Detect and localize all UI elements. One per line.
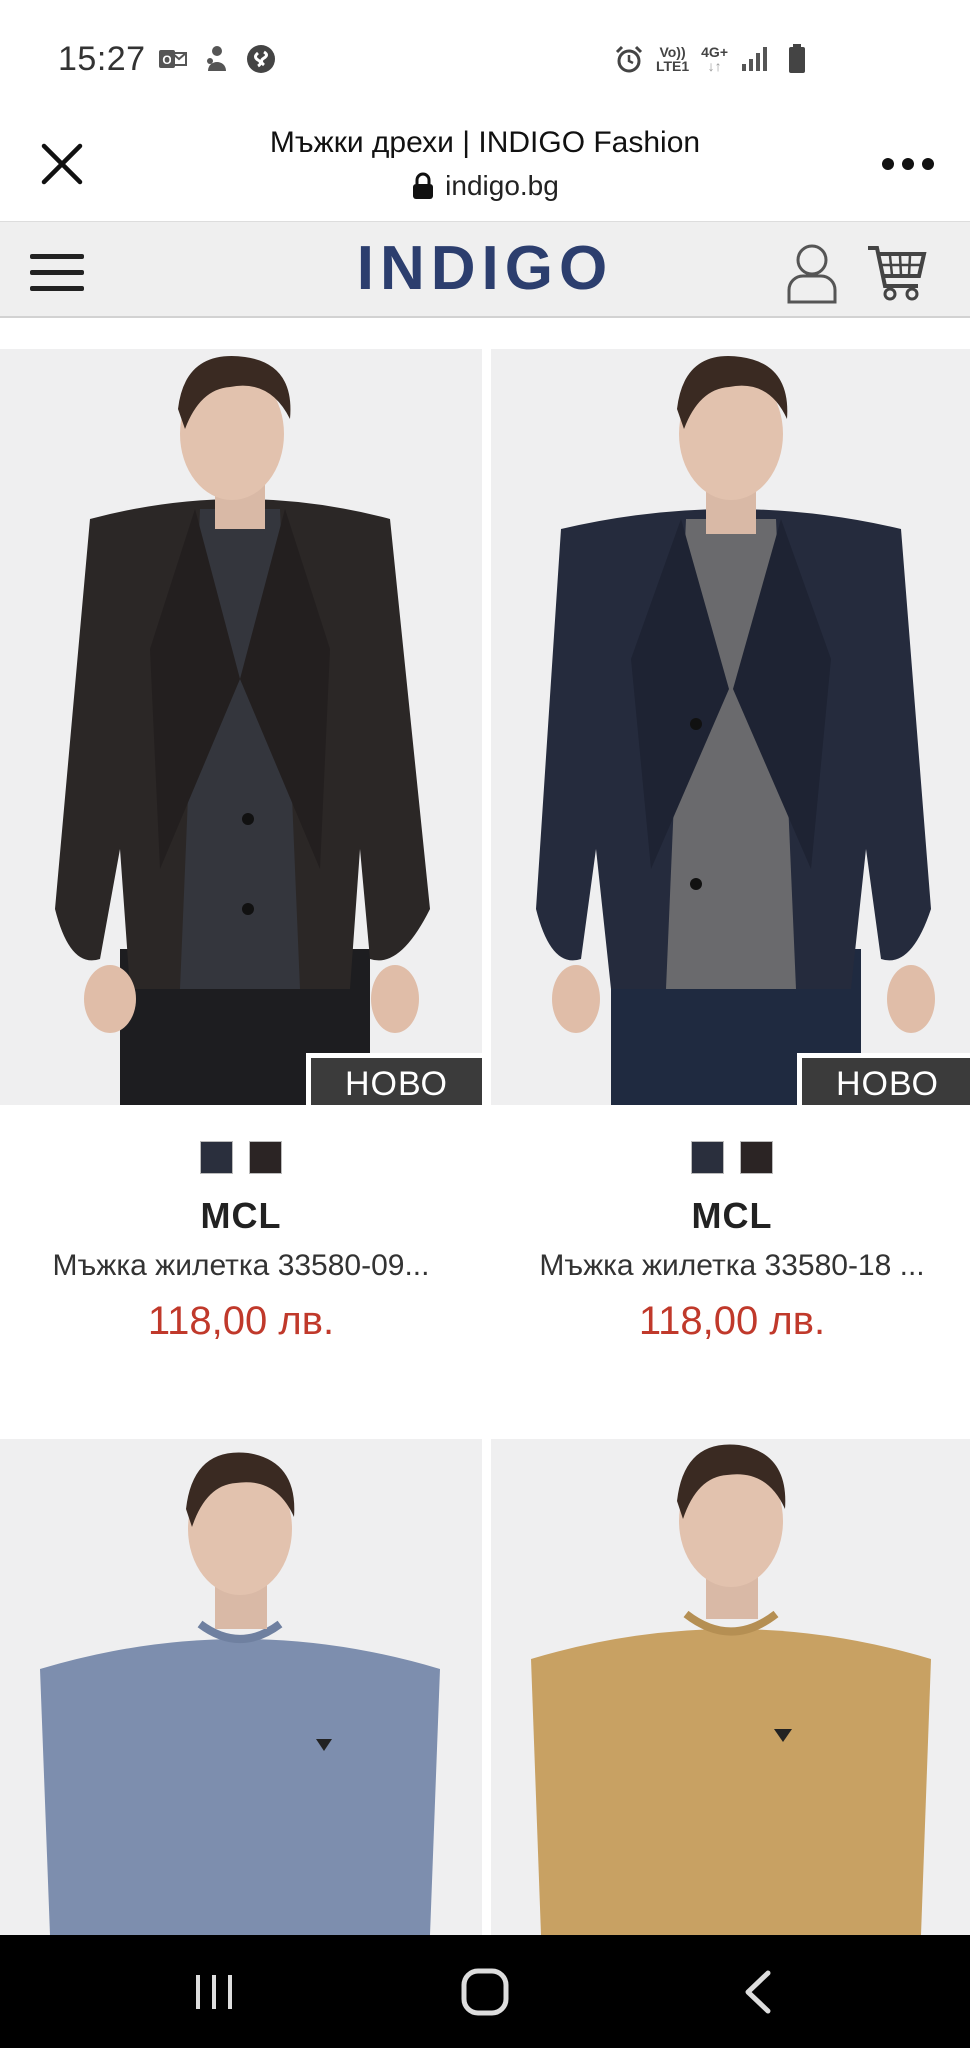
- menu-button[interactable]: [30, 252, 84, 292]
- network-type-label: 4G+: [701, 44, 728, 60]
- color-swatches: [0, 1141, 482, 1174]
- volte-indicator: Vo)) LTE1: [656, 45, 689, 73]
- signal-icon: [740, 44, 770, 74]
- color-swatches: [491, 1141, 970, 1174]
- app-notification-icon: [202, 44, 232, 74]
- shazam-icon: [246, 44, 276, 74]
- home-icon: [461, 1968, 509, 2016]
- color-swatch[interactable]: [740, 1141, 773, 1174]
- product-image[interactable]: [491, 1439, 970, 1935]
- battery-icon: [782, 44, 812, 74]
- model-sweater-image: [0, 1439, 482, 1935]
- model-blazer-image: [491, 349, 970, 1105]
- recents-icon: [196, 1975, 232, 2009]
- product-image[interactable]: НОВО: [0, 349, 482, 1105]
- back-icon: [745, 1970, 771, 2014]
- alarm-icon: [614, 44, 644, 74]
- status-bar: 15:27 O Vo)) LTE1 4G+ ↓↑: [0, 0, 970, 118]
- product-image[interactable]: [0, 1439, 482, 1935]
- indigo-logo[interactable]: INDIGO: [320, 236, 650, 302]
- more-options-button[interactable]: [880, 152, 936, 176]
- page-title: Мъжки дрехи | INDIGO Fashion: [269, 126, 701, 159]
- outlook-icon: O: [158, 44, 188, 74]
- cart-icon: [868, 246, 927, 301]
- url-text: indigo.bg: [445, 170, 559, 201]
- home-button[interactable]: [460, 1967, 510, 2017]
- volte-label: Vo)): [659, 44, 686, 60]
- product-card[interactable]: НОВО MCL Мъжка жилетка 33580-09... 118,0…: [0, 349, 482, 1343]
- color-swatch[interactable]: [691, 1141, 724, 1174]
- product-name[interactable]: Мъжка жилетка 33580-09...: [14, 1249, 468, 1283]
- back-button[interactable]: [740, 1969, 776, 2015]
- product-card[interactable]: [0, 1439, 482, 1935]
- svg-text:O: O: [162, 53, 171, 67]
- product-price: 118,00 лв.: [638, 1299, 826, 1343]
- color-swatch[interactable]: [249, 1141, 282, 1174]
- close-button[interactable]: [38, 140, 86, 188]
- user-icon: [787, 244, 837, 304]
- product-price: 118,00 лв.: [147, 1299, 335, 1343]
- lock-icon: [413, 172, 434, 199]
- account-button[interactable]: [786, 242, 838, 304]
- notification-icons: O: [158, 44, 276, 74]
- product-image[interactable]: НОВО: [491, 349, 970, 1105]
- product-card[interactable]: [491, 1439, 970, 1935]
- network-type-indicator: 4G+ ↓↑: [701, 45, 728, 73]
- product-name[interactable]: Мъжка жилетка 33580-18 ...: [505, 1249, 959, 1283]
- new-badge: НОВО: [797, 1053, 970, 1105]
- lte-label: LTE1: [655, 58, 690, 74]
- recents-button[interactable]: [192, 1973, 236, 2011]
- site-header: INDIGO: [0, 222, 970, 318]
- model-sweater-image: [491, 1439, 970, 1935]
- product-card[interactable]: НОВО MCL Мъжка жилетка 33580-18 ... 118,…: [491, 349, 970, 1343]
- product-grid: НОВО MCL Мъжка жилетка 33580-09... 118,0…: [0, 318, 970, 1935]
- data-activity-label: ↓↑: [707, 58, 722, 74]
- browser-toolbar: Мъжки дрехи | INDIGO Fashion indigo.bg: [0, 118, 970, 222]
- new-badge: НОВО: [306, 1053, 482, 1105]
- status-time: 15:27: [58, 40, 146, 78]
- cart-button[interactable]: [866, 242, 928, 304]
- close-icon: [41, 143, 83, 185]
- more-icon: [882, 158, 934, 170]
- system-status-icons: Vo)) LTE1 4G+ ↓↑: [614, 44, 812, 74]
- product-brand: MCL: [691, 1195, 773, 1236]
- hamburger-icon: [30, 254, 84, 291]
- url-display[interactable]: indigo.bg: [150, 170, 820, 202]
- system-navigation-bar: [0, 1935, 970, 2048]
- product-brand: MCL: [200, 1195, 282, 1236]
- model-blazer-image: [0, 349, 482, 1105]
- screen: 15:27 O Vo)) LTE1 4G+ ↓↑ Мъжки дрехи | I…: [0, 0, 970, 2048]
- color-swatch[interactable]: [200, 1141, 233, 1174]
